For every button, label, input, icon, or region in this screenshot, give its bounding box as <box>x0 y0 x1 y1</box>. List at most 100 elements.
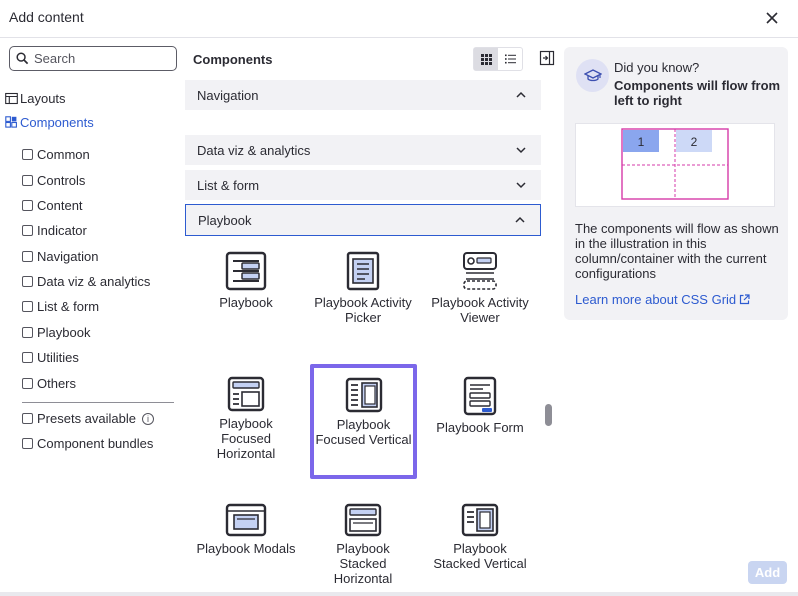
tile-playbook-activity-picker[interactable]: Playbook Activity Picker <box>311 251 415 325</box>
checkbox[interactable] <box>22 327 33 338</box>
scrollbar-thumb[interactable] <box>545 404 552 426</box>
checkbox[interactable] <box>22 175 33 186</box>
tree-item-components[interactable]: Components <box>5 115 94 130</box>
tile-label: Playbook Stacked Vertical <box>433 541 527 571</box>
grid-view-button[interactable] <box>474 48 498 70</box>
playbook-icon <box>225 251 267 291</box>
filter-label: Navigation <box>37 249 99 264</box>
tile-playbook-stacked-vertical[interactable]: Playbook Stacked Vertical <box>428 503 532 571</box>
tile-playbook-focused-horizontal[interactable]: Playbook Focused Horizontal <box>194 376 298 461</box>
layout-icon <box>5 92 18 105</box>
checkbox[interactable] <box>22 149 33 160</box>
tile-playbook-stacked-horizontal[interactable]: Playbook Stacked Horizontal <box>311 503 415 585</box>
filter-controls[interactable]: Controls <box>22 173 85 188</box>
dialog-bottom-edge <box>0 592 798 596</box>
tile-playbook-form[interactable]: Playbook Form <box>428 376 532 435</box>
info-kicker: Did you know? <box>614 60 700 75</box>
search-input[interactable] <box>34 51 164 66</box>
filter-data-viz[interactable]: Data viz & analytics <box>22 274 150 289</box>
search-box[interactable] <box>9 46 177 71</box>
tile-playbook-modals[interactable]: Playbook Modals <box>194 503 298 556</box>
checkbox[interactable] <box>22 200 33 211</box>
grid-icon <box>480 53 492 65</box>
info-description: The components will flow as shown in the… <box>575 221 779 281</box>
filter-label: Indicator <box>37 223 87 238</box>
filter-others[interactable]: Others <box>22 376 76 391</box>
filter-label: Data viz & analytics <box>37 274 151 289</box>
filter-content[interactable]: Content <box>22 198 83 213</box>
filter-label: Content <box>37 198 83 213</box>
learn-more-label: Learn more about CSS Grid <box>575 292 737 307</box>
chevron-down-icon <box>516 147 526 154</box>
checkbox[interactable] <box>22 378 33 389</box>
components-list[interactable]: Navigation Data viz & analytics List & f… <box>185 80 542 585</box>
tile-label: Playbook Activity Viewer <box>431 295 529 325</box>
tile-label: Playbook Stacked Horizontal <box>333 541 393 585</box>
tree-item-layouts[interactable]: Layouts <box>5 91 66 106</box>
focused-vertical-icon <box>345 377 382 413</box>
list-view-button[interactable] <box>498 48 522 70</box>
modals-icon <box>225 503 267 537</box>
tile-label: Playbook Modals <box>196 541 296 556</box>
tree-item-label: Layouts <box>20 91 66 106</box>
filter-presets-available[interactable]: Presets available i <box>22 411 154 426</box>
accordion-label: List & form <box>197 177 260 193</box>
filter-list-form[interactable]: List & form <box>22 299 99 314</box>
learn-more-link[interactable]: Learn more about CSS Grid <box>575 292 750 307</box>
accordion-navigation[interactable]: Navigation <box>185 80 541 110</box>
filter-common[interactable]: Common <box>22 147 90 162</box>
list-icon <box>504 54 516 64</box>
search-icon <box>16 52 29 65</box>
chevron-up-icon <box>516 91 526 98</box>
components-icon <box>5 116 17 128</box>
filter-label: Controls <box>37 173 86 188</box>
info-panel: Did you know? Components will flow from … <box>564 47 788 320</box>
chevron-down-icon <box>516 182 526 189</box>
filter-label: Component bundles <box>37 436 154 451</box>
tile-playbook-focused-vertical[interactable]: Playbook Focused Vertical <box>310 364 417 479</box>
filter-label: Utilities <box>37 350 79 365</box>
accordion-playbook[interactable]: Playbook <box>185 204 541 236</box>
components-title: Components <box>193 52 273 67</box>
tile-label: Playbook Form <box>436 420 524 435</box>
tile-playbook[interactable]: Playbook <box>194 251 298 310</box>
info-icon[interactable]: i <box>142 412 154 425</box>
accordion-list-form[interactable]: List & form <box>185 170 541 200</box>
checkbox[interactable] <box>22 251 33 262</box>
filter-label: Common <box>37 147 90 162</box>
checkbox[interactable] <box>22 225 33 236</box>
accordion-label: Navigation <box>197 87 259 103</box>
collapse-panel-icon[interactable] <box>539 50 555 66</box>
graduation-cap-icon <box>576 59 609 92</box>
filter-playbook[interactable]: Playbook <box>22 325 90 340</box>
filter-component-bundles[interactable]: Component bundles <box>22 436 153 451</box>
checkbox[interactable] <box>22 301 33 312</box>
tile-label: Playbook Focused Horizontal <box>216 416 276 461</box>
close-icon[interactable] <box>762 8 782 28</box>
tile-playbook-activity-viewer[interactable]: Playbook Activity Viewer <box>428 251 532 325</box>
checkbox[interactable] <box>22 276 33 287</box>
external-link-icon <box>740 294 750 305</box>
checkbox[interactable] <box>22 352 33 363</box>
tree-item-label: Components <box>20 115 94 130</box>
accordion-label: Playbook <box>198 212 252 228</box>
filter-navigation[interactable]: Navigation <box>22 249 98 264</box>
filter-indicator[interactable]: Indicator <box>22 223 87 238</box>
filter-label: Others <box>37 376 77 391</box>
filter-label: Playbook <box>37 325 91 340</box>
tile-label: Playbook <box>219 295 273 310</box>
activity-viewer-icon <box>463 252 497 290</box>
checkbox[interactable] <box>22 413 33 424</box>
checkbox[interactable] <box>22 438 33 449</box>
focused-horizontal-icon <box>227 376 265 412</box>
activity-picker-icon <box>346 251 380 291</box>
stacked-horizontal-icon <box>344 503 382 537</box>
filter-label: Presets available <box>37 411 136 426</box>
add-button[interactable]: Add <box>748 561 787 584</box>
accordion-data-viz[interactable]: Data viz & analytics <box>185 135 541 165</box>
dialog-title: Add content <box>9 9 84 25</box>
filter-utilities[interactable]: Utilities <box>22 350 79 365</box>
tile-label: Playbook Focused Vertical <box>315 417 412 447</box>
form-icon <box>463 376 497 416</box>
accordion-label: Data viz & analytics <box>197 142 311 158</box>
